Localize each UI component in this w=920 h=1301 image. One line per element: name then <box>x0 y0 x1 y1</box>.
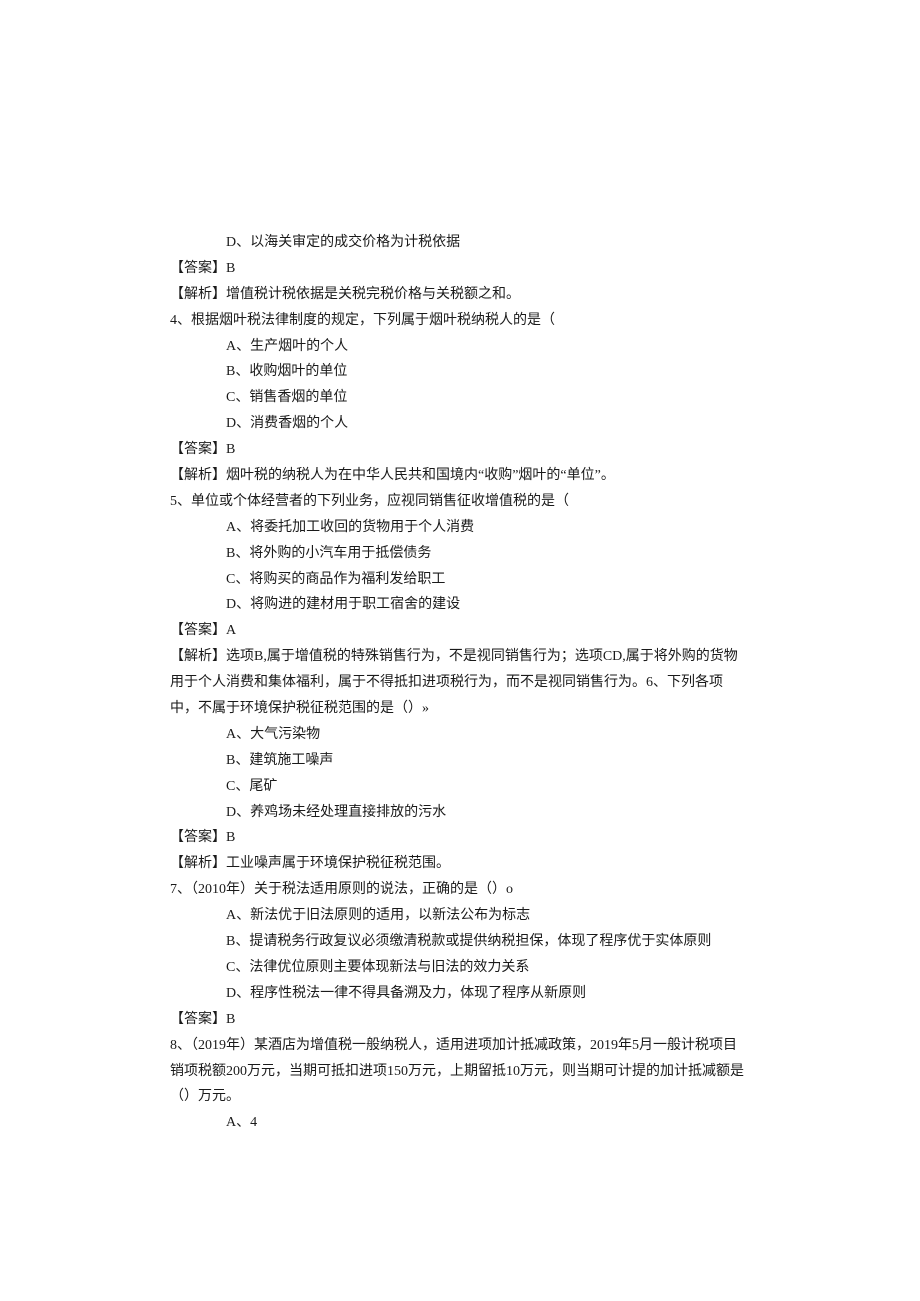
text-line: B、建筑施工噪声 <box>170 748 750 774</box>
document-page: D、以海关审定的成交价格为计税依据【答案】B【解析】增值税计税依据是关税完税价格… <box>0 0 920 1301</box>
text-line: 【答案】B <box>170 825 750 851</box>
text-line: 【答案】B <box>170 437 750 463</box>
text-line: D、消费香烟的个人 <box>170 411 750 437</box>
text-line: 【解析】工业噪声属于环境保护税征税范围。 <box>170 851 750 877</box>
text-line: 【解析】烟叶税的纳税人为在中华人民共和国境内“收购”烟叶的“单位”。 <box>170 463 750 489</box>
text-line: C、尾矿 <box>170 774 750 800</box>
text-line: 【答案】A <box>170 618 750 644</box>
text-line: 5、单位或个体经营者的下列业务，应视同销售征收增值税的是（ <box>170 489 750 515</box>
text-line: 8、（2019年）某酒店为增值税一般纳税人，适用进项加计抵减政策，2019年5月… <box>170 1033 750 1111</box>
text-line: A、大气污染物 <box>170 722 750 748</box>
text-line: 【答案】B <box>170 1007 750 1033</box>
text-line: C、法律优位原则主要体现新法与旧法的效力关系 <box>170 955 750 981</box>
text-line: 【解析】选项B,属于增值税的特殊销售行为，不是视同销售行为；选项CD,属于将外购… <box>170 644 750 722</box>
text-line: 7、（2010年）关于税法适用原则的说法，正确的是（）o <box>170 877 750 903</box>
text-line: 4、根据烟叶税法律制度的规定，下列属于烟叶税纳税人的是（ <box>170 308 750 334</box>
text-line: 【解析】增值税计税依据是关税完税价格与关税额之和。 <box>170 282 750 308</box>
text-line: B、收购烟叶的单位 <box>170 359 750 385</box>
text-line: D、将购进的建材用于职工宿舍的建设 <box>170 592 750 618</box>
text-line: A、4 <box>170 1110 750 1136</box>
text-line: A、新法优于旧法原则的适用，以新法公布为标志 <box>170 903 750 929</box>
text-line: D、程序性税法一律不得具备溯及力，体现了程序从新原则 <box>170 981 750 1007</box>
text-line: B、将外购的小汽车用于抵偿债务 <box>170 541 750 567</box>
text-line: 【答案】B <box>170 256 750 282</box>
text-line: A、将委托加工收回的货物用于个人消费 <box>170 515 750 541</box>
text-line: C、销售香烟的单位 <box>170 385 750 411</box>
text-line: D、养鸡场未经处理直接排放的污水 <box>170 800 750 826</box>
text-line: D、以海关审定的成交价格为计税依据 <box>170 230 750 256</box>
text-line: A、生产烟叶的个人 <box>170 334 750 360</box>
text-line: C、将购买的商品作为福利发给职工 <box>170 567 750 593</box>
text-line: B、提请税务行政复议必须缴清税款或提供纳税担保，体现了程序优于实体原则 <box>170 929 750 955</box>
